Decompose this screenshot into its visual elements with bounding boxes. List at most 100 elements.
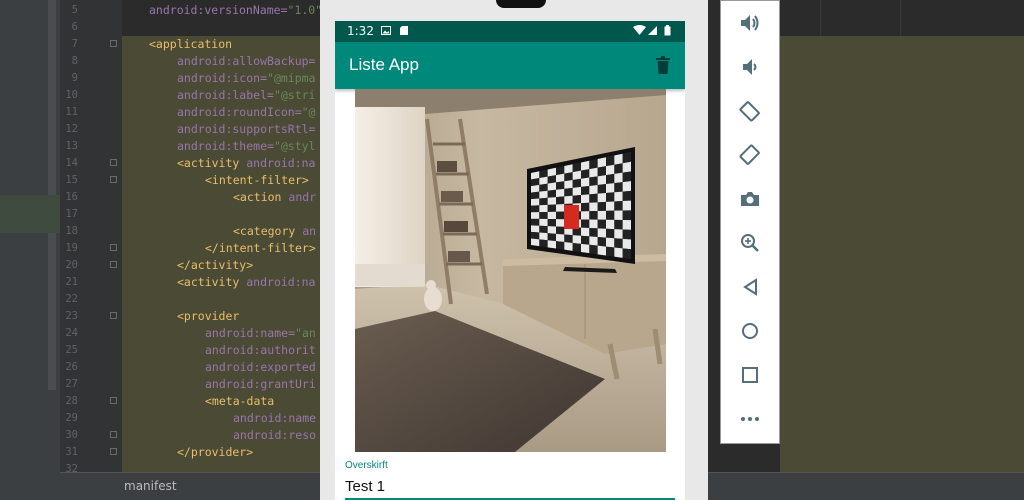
code-line: 13 android:theme="@styl [60, 138, 320, 155]
fold-marker-icon[interactable] [110, 431, 117, 438]
room-photo [355, 89, 666, 452]
line-number: 12 [65, 123, 78, 135]
gallery-notification-icon [381, 26, 391, 35]
delete-icon[interactable] [656, 56, 670, 74]
line-number: 8 [71, 55, 78, 67]
line-number: 6 [71, 21, 78, 33]
code-text: <activity android:na [177, 156, 316, 170]
line-number: 21 [65, 276, 78, 288]
code-text: android:label="@stri [177, 88, 316, 102]
code-text: android:grantUri [205, 377, 316, 391]
fold-marker-icon[interactable] [110, 159, 117, 166]
phone-screen[interactable]: 1:32 Liste App Overskirft Test 1 [335, 21, 685, 500]
app-title: Liste App [349, 55, 419, 74]
editor-right-top [780, 0, 1024, 36]
code-line: 22 [60, 291, 320, 308]
code-text: android:allowBackup= [177, 54, 316, 68]
code-text: android:icon="@mipma [177, 71, 316, 85]
code-text: </intent-filter> [205, 241, 316, 255]
room-illustration [355, 89, 666, 452]
code-line: 24 android:name="an [60, 325, 320, 342]
code-text: android:versionName="1.0" [149, 3, 323, 17]
home-icon[interactable] [737, 318, 763, 344]
indent-guide [900, 0, 901, 36]
overview-icon[interactable] [737, 362, 763, 388]
code-line: 9 android:icon="@mipma [60, 70, 320, 87]
code-text: android:supportsRtl= [177, 122, 316, 136]
code-line: 10 android:label="@stri [60, 87, 320, 104]
code-line: 16 <action andr [60, 189, 320, 206]
code-line: 21 <activity android:na [60, 274, 320, 291]
code-line: 19 </intent-filter> [60, 240, 320, 257]
code-text: <activity android:na [177, 275, 316, 289]
code-text: <category an [233, 224, 317, 238]
line-number: 14 [65, 157, 78, 169]
line-number: 25 [65, 344, 78, 356]
line-number: 9 [71, 72, 78, 84]
line-number: 22 [65, 293, 78, 305]
line-number: 16 [65, 191, 78, 203]
code-line: 30 android:reso [60, 427, 320, 444]
code-line: 23 <provider [60, 308, 320, 325]
fold-marker-icon[interactable] [110, 244, 117, 251]
volume-up-icon[interactable] [737, 10, 763, 36]
code-line: 31 </provider> [60, 444, 320, 461]
code-text: </provider> [177, 445, 254, 459]
code-line: 27 android:grantUri [60, 376, 320, 393]
editor-breadcrumb-bar: manifest [60, 472, 320, 500]
code-text: android:roundIcon="@ [177, 105, 316, 119]
back-icon[interactable] [737, 274, 763, 300]
line-number: 5 [71, 4, 78, 16]
line-number: 18 [65, 225, 78, 237]
fold-marker-icon[interactable] [110, 176, 117, 183]
rotate-left-icon[interactable] [737, 98, 763, 124]
breadcrumb-manifest[interactable]: manifest [124, 479, 177, 493]
code-line: 8 android:allowBackup= [60, 53, 320, 70]
title-input[interactable]: Test 1 [345, 478, 385, 495]
rotate-right-icon[interactable] [737, 142, 763, 168]
line-number: 29 [65, 412, 78, 424]
volume-down-icon[interactable] [737, 54, 763, 80]
emulator-toolbar [720, 0, 780, 444]
fold-marker-icon[interactable] [110, 40, 117, 47]
fold-marker-icon[interactable] [110, 312, 117, 319]
code-line: 29 android:name [60, 410, 320, 427]
code-line: 17 [60, 206, 320, 223]
code-line: 7 <application [60, 36, 320, 53]
fold-marker-icon[interactable] [110, 448, 117, 455]
ide-tool-strip [0, 0, 60, 500]
ide-selection-marker [0, 195, 60, 233]
line-number: 17 [65, 208, 78, 220]
line-number: 11 [65, 106, 78, 118]
code-text: android:name="an [205, 326, 316, 340]
more-icon[interactable] [737, 406, 763, 432]
signal-icon [648, 26, 657, 35]
code-text: <action andr [233, 190, 317, 204]
code-line: 5 android:versionName="1.0" [60, 2, 323, 19]
code-text: <application [149, 37, 233, 51]
code-text: <intent-filter> [205, 173, 309, 187]
editor-breadcrumb-bar-right [708, 472, 1024, 500]
line-number: 31 [65, 446, 78, 458]
code-line: 25 android:authorit [60, 342, 320, 359]
code-text: <provider [177, 309, 240, 323]
line-number: 13 [65, 140, 78, 152]
code-text: android:reso [233, 428, 317, 442]
code-line: 18 <category an [60, 223, 320, 240]
field-label: Overskirft [345, 460, 388, 471]
editor-right-area [780, 0, 1024, 500]
line-number: 24 [65, 327, 78, 339]
code-line: 15 <intent-filter> [60, 172, 320, 189]
fold-marker-icon[interactable] [110, 397, 117, 404]
fold-marker-icon[interactable] [110, 261, 117, 268]
code-line: 26 android:exported [60, 359, 320, 376]
line-number: 15 [65, 174, 78, 186]
line-number: 27 [65, 378, 78, 390]
code-text: android:theme="@styl [177, 139, 316, 153]
code-line: 20 </activity> [60, 257, 320, 274]
battery-icon [664, 25, 671, 36]
indent-guide [820, 0, 821, 36]
zoom-icon[interactable] [737, 230, 763, 256]
camera-icon[interactable] [737, 186, 763, 212]
line-number: 20 [65, 259, 78, 271]
